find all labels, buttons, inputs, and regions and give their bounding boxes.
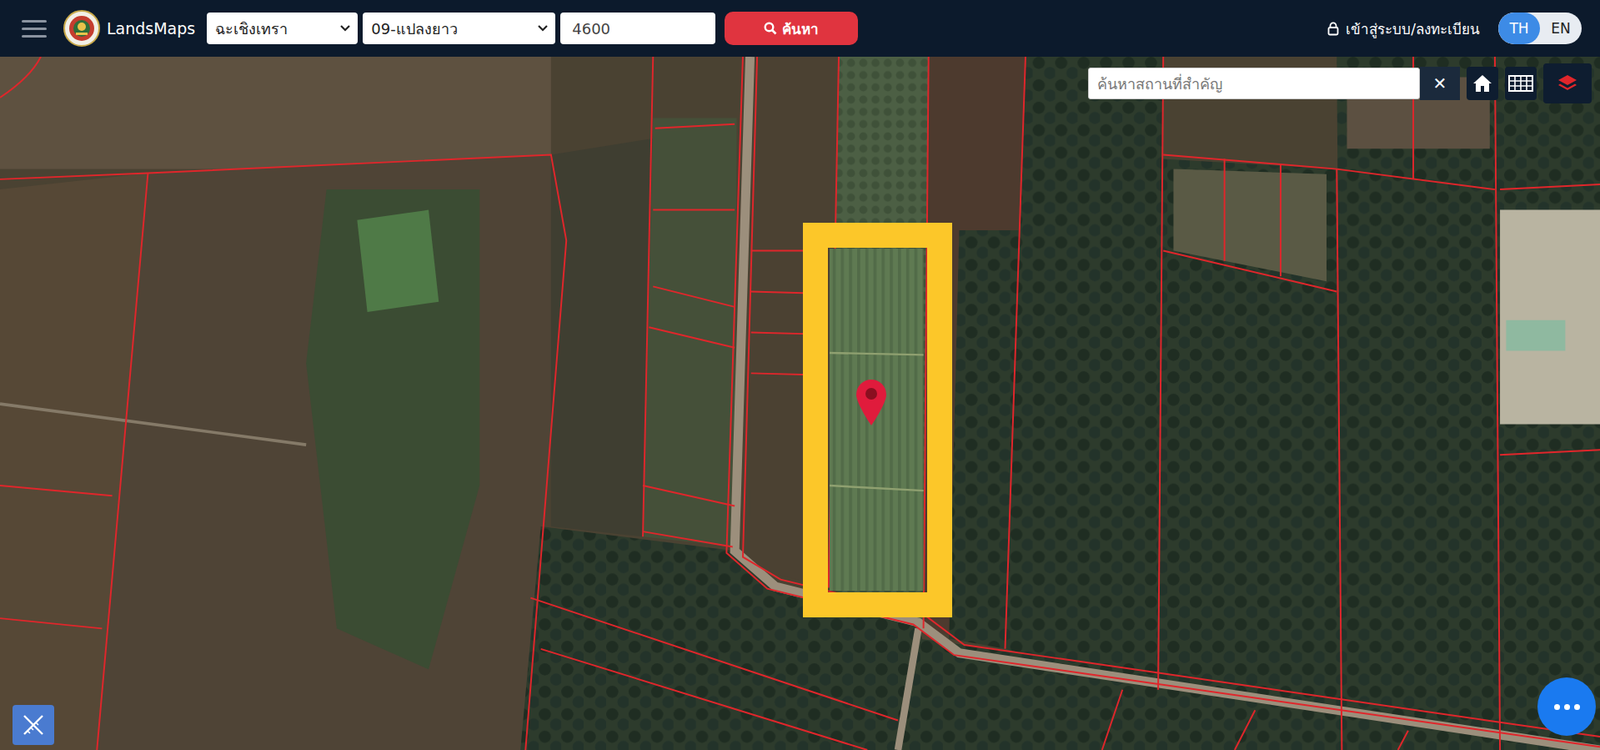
clear-button[interactable]: ✕ <box>1419 66 1460 101</box>
satellite-map <box>0 56 1600 750</box>
grid-icon <box>1508 75 1534 92</box>
chevron-down-icon <box>339 24 352 33</box>
district-value: 09-แปลงยาว <box>371 16 457 41</box>
language-toggle: THEN <box>1498 12 1582 45</box>
chevron-down-icon <box>536 24 549 33</box>
home-button[interactable] <box>1466 66 1499 101</box>
map-toolbar: ✕ <box>1088 63 1592 104</box>
login-text: เข้าสู่ระบบ/ลงทะเบียน <box>1345 17 1480 41</box>
measure-icon <box>20 712 46 738</box>
layers-button[interactable] <box>1543 63 1592 104</box>
district-select[interactable]: 09-แปลงยาว <box>362 12 556 45</box>
province-select[interactable]: ฉะเชิงเทรา <box>206 12 358 45</box>
layers-icon <box>1556 72 1579 95</box>
menu-icon[interactable] <box>21 20 47 38</box>
location-pin-icon <box>852 376 890 427</box>
top-bar: LandsMaps ฉะเชิงเทรา 09-แปลงยาว ค้นหา เข… <box>0 0 1600 57</box>
parcel-highlight <box>802 222 953 617</box>
login-link[interactable]: เข้าสู่ระบบ/ลงทะเบียน <box>1327 17 1480 41</box>
search-button[interactable]: ค้นหา <box>724 11 858 46</box>
lock-icon <box>1327 21 1340 36</box>
seal-icon <box>63 10 101 47</box>
province-value: ฉะเชิงเทรา <box>215 16 288 41</box>
chat-button[interactable] <box>1537 677 1596 736</box>
logo-text: LandsMaps <box>106 19 196 38</box>
language-option[interactable]: EN <box>1539 12 1582 45</box>
search-button-label: ค้นหา <box>782 17 819 41</box>
place-search-input[interactable] <box>1088 67 1420 100</box>
grid-button[interactable] <box>1504 66 1537 101</box>
logo[interactable]: LandsMaps <box>63 10 196 47</box>
parcel-number-input[interactable] <box>560 12 716 45</box>
search-icon <box>763 21 778 36</box>
language-option[interactable]: TH <box>1498 12 1540 45</box>
home-icon <box>1471 73 1494 94</box>
map[interactable]: ✕ <box>0 56 1600 750</box>
measure-tool-button[interactable] <box>12 704 55 745</box>
